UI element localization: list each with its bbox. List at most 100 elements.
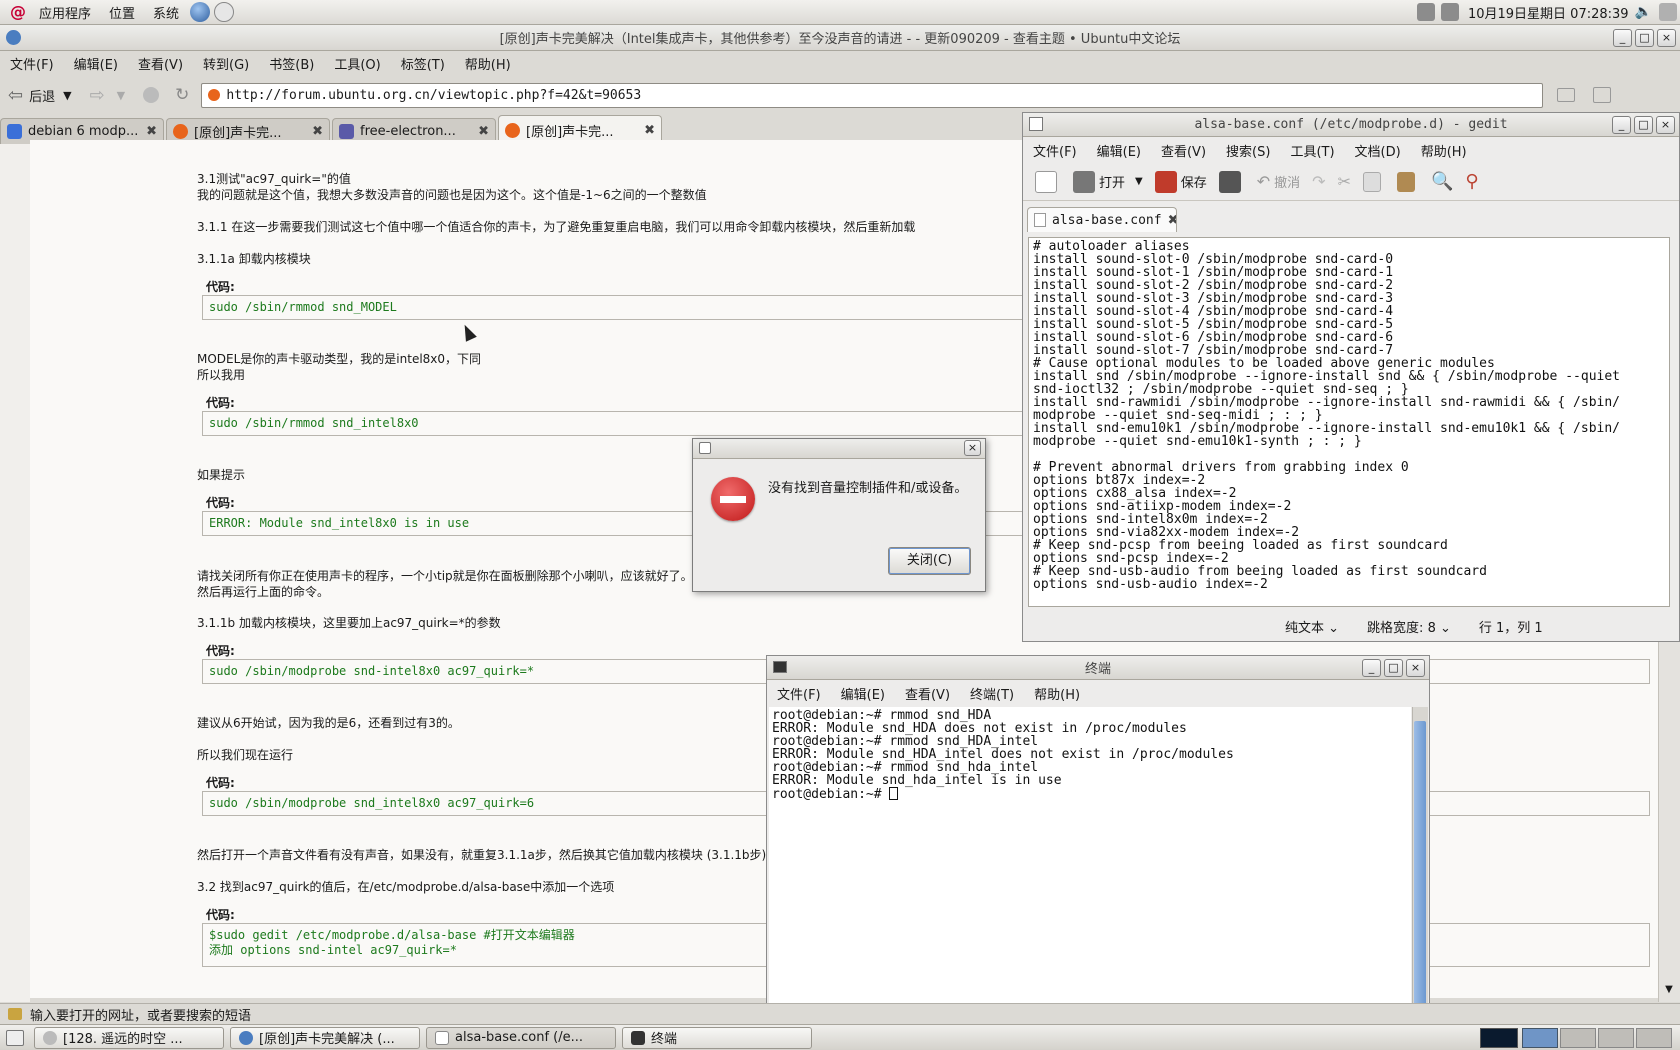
minimize-button[interactable]: _ — [1613, 29, 1632, 47]
menu-file[interactable]: 文件(F) — [0, 54, 64, 73]
redo-button[interactable]: ↷ — [1312, 172, 1325, 191]
taskbar-item-music[interactable]: [128. 遥远的时空 ... — [34, 1026, 224, 1049]
back-history-chevron-icon[interactable]: ▼ — [63, 89, 71, 102]
gedit-menu-view[interactable]: 查看(V) — [1151, 141, 1216, 160]
gedit-menu-edit[interactable]: 编辑(E) — [1087, 141, 1151, 160]
language-mode-dropdown[interactable]: 纯文本 ⌄ — [1285, 617, 1339, 636]
places-menu[interactable]: 位置 — [100, 3, 144, 22]
redo-icon: ↷ — [1312, 172, 1326, 191]
gedit-tab-close-icon[interactable]: ✖ — [1162, 213, 1176, 228]
save-icon — [1154, 170, 1177, 193]
scroll-down-icon[interactable]: ▼ — [1662, 984, 1676, 998]
gedit-tab-alsa-base[interactable]: alsa-base.conf ✖ — [1027, 207, 1177, 232]
forward-history-chevron-icon[interactable]: ▼ — [117, 89, 125, 102]
terminal-minimize-button[interactable]: _ — [1362, 659, 1381, 677]
post-paragraph: 然后再运行上面的命令。 — [197, 585, 330, 599]
cut-button[interactable]: ✂ — [1338, 172, 1351, 191]
dialog-window-icon[interactable] — [699, 442, 711, 454]
terminal-maximize-button[interactable]: □ — [1384, 659, 1403, 677]
terminal-close-button[interactable]: × — [1406, 659, 1425, 677]
forward-arrow-icon[interactable]: ⇨ — [90, 85, 105, 106]
workspace-2[interactable] — [1560, 1027, 1596, 1048]
reader-icon[interactable] — [1557, 88, 1576, 102]
menu-edit[interactable]: 编辑(E) — [64, 54, 128, 73]
applications-menu[interactable]: 应用程序 — [30, 3, 100, 22]
terminal-menu-view[interactable]: 查看(V) — [895, 684, 960, 703]
menu-bookmarks[interactable]: 书签(B) — [259, 54, 324, 73]
show-desktop-icon[interactable] — [6, 1029, 24, 1046]
undo-button[interactable]: ↶ 撤消 — [1257, 172, 1300, 191]
find-button[interactable]: 🔍 — [1431, 171, 1453, 192]
gedit-menu-documents[interactable]: 文档(D) — [1345, 141, 1411, 160]
url-bar[interactable]: http://forum.ubuntu.org.cn/viewtopic.php… — [201, 82, 1544, 108]
web-browser-launcher-icon[interactable] — [190, 2, 211, 22]
printer-icon[interactable] — [1416, 3, 1435, 21]
stop-icon[interactable] — [143, 87, 160, 103]
tab-width-dropdown[interactable]: 跳格宽度: 8 ⌄ — [1367, 617, 1451, 636]
open-button[interactable]: 打开 ▼ — [1073, 170, 1143, 193]
terminal-menu-terminal[interactable]: 终端(T) — [960, 684, 1024, 703]
save-button[interactable]: 保存 — [1154, 170, 1207, 193]
browser-window-icon[interactable] — [6, 30, 21, 45]
dialog-close-button[interactable]: × — [964, 440, 981, 456]
gedit-close-button[interactable]: × — [1656, 116, 1675, 134]
print-button[interactable] — [1218, 170, 1245, 193]
terminal-window-icon[interactable] — [773, 661, 787, 673]
gedit-maximize-button[interactable]: □ — [1634, 116, 1653, 134]
tab-close-icon[interactable]: ✖ — [306, 124, 323, 139]
menu-tools[interactable]: 工具(O) — [324, 54, 390, 73]
terminal-scrollbar[interactable] — [1412, 707, 1428, 1019]
terminal-menu-help[interactable]: 帮助(H) — [1024, 684, 1090, 703]
gedit-menu-tools[interactable]: 工具(T) — [1280, 141, 1344, 160]
gedit-menu-file[interactable]: 文件(F) — [1023, 141, 1087, 160]
menu-tabs[interactable]: 标签(T) — [391, 54, 455, 73]
gedit-menu-search[interactable]: 搜索(S) — [1216, 141, 1280, 160]
gedit-text-area[interactable]: # autoloader aliases install sound-slot-… — [1028, 237, 1670, 607]
maximize-button[interactable]: □ — [1635, 29, 1654, 47]
debian-logo-icon[interactable]: @ — [10, 4, 26, 20]
taskbar-item-terminal[interactable]: 终端 — [622, 1026, 812, 1049]
gedit-minimize-button[interactable]: _ — [1612, 116, 1631, 134]
paste-button[interactable] — [1396, 171, 1419, 192]
copy-button[interactable] — [1362, 171, 1385, 192]
ubuntu-favicon-icon — [173, 124, 188, 139]
open-chevron-icon[interactable]: ▼ — [1135, 176, 1143, 187]
system-menu[interactable]: 系统 — [144, 3, 188, 22]
tab-width-label: 跳格宽度: — [1367, 620, 1424, 636]
terminal-output[interactable]: root@debian:~# rmmod snd_HDA ERROR: Modu… — [769, 707, 1411, 1019]
gedit-window-icon[interactable] — [1029, 117, 1043, 131]
back-button[interactable]: 后退 — [29, 86, 55, 105]
volume-icon[interactable]: 🔈 — [1635, 4, 1652, 20]
menu-help[interactable]: 帮助(H) — [455, 54, 521, 73]
back-arrow-icon[interactable]: ⇦ — [8, 85, 23, 106]
taskbar-item-gedit[interactable]: alsa-base.conf (/e... — [426, 1026, 616, 1049]
extension-icon[interactable] — [1593, 87, 1612, 103]
tab-close-icon[interactable]: ✖ — [638, 123, 655, 138]
mail-launcher-icon[interactable] — [214, 2, 235, 22]
reload-icon[interactable]: ↻ — [175, 85, 189, 105]
user-icon[interactable] — [1659, 3, 1677, 21]
terminal-menu-file[interactable]: 文件(F) — [767, 684, 831, 703]
workspace-3[interactable] — [1598, 1027, 1634, 1048]
post-paragraph: 我的问题就是这个值，我想大多数没声音的问题也是因为这个。这个值是-1~6之间的一… — [197, 188, 707, 202]
tab-close-icon[interactable]: ✖ — [472, 124, 489, 139]
status-text: 输入要打开的网址，或者要搜索的短语 — [30, 1008, 252, 1024]
close-button[interactable]: × — [1657, 29, 1676, 47]
menu-go[interactable]: 转到(G) — [193, 54, 259, 73]
dialog-close-action-button[interactable]: 关闭(C) — [888, 547, 971, 575]
workspace-4[interactable] — [1636, 1027, 1672, 1048]
clock[interactable]: 10月19日星期日 07:28:39 — [1468, 3, 1629, 22]
workspace-1[interactable] — [1522, 1027, 1558, 1048]
gedit-menu-help[interactable]: 帮助(H) — [1411, 141, 1477, 160]
bottom-panel: [128. 遥远的时空 ... [原创]声卡完美解决 (... alsa-bas… — [0, 1024, 1680, 1050]
network-icon[interactable] — [1440, 3, 1459, 21]
menu-view[interactable]: 查看(V) — [128, 54, 193, 73]
terminal-scrollbar-thumb[interactable] — [1414, 721, 1426, 1005]
tab-close-icon[interactable]: ✖ — [140, 124, 157, 139]
taskbar-item-browser[interactable]: [原创]声卡完美解决 (... — [230, 1026, 420, 1049]
system-monitor-icon[interactable] — [1480, 1027, 1518, 1048]
new-document-button[interactable] — [1035, 170, 1061, 193]
replace-button[interactable]: ⚲ — [1465, 171, 1478, 192]
text-file-icon — [1034, 213, 1046, 227]
terminal-menu-edit[interactable]: 编辑(E) — [831, 684, 895, 703]
